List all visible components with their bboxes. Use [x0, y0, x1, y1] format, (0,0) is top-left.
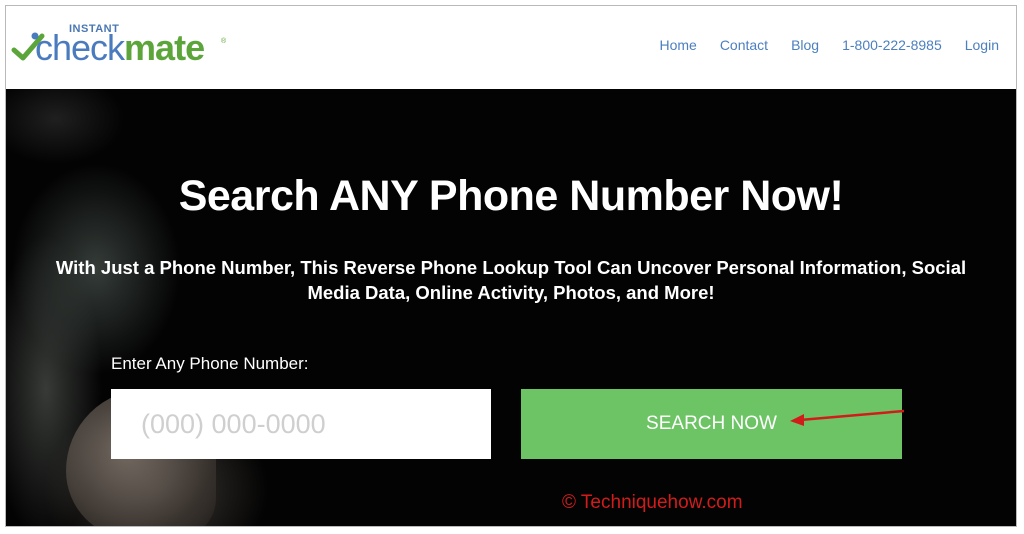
- red-arrow-annotation-icon: [790, 409, 905, 426]
- hero-title: Search ANY Phone Number Now!: [178, 172, 844, 220]
- watermark-text: © Techniquehow.com: [562, 492, 743, 513]
- hero-subtitle-line-1: With Just a Phone Number, This Reverse P…: [55, 257, 967, 278]
- nav-phone-link[interactable]: 1-800-222-8985: [842, 37, 942, 53]
- hero-section: Search ANY Phone Number Now! With Just a…: [6, 89, 1016, 526]
- instant-checkmate-logo[interactable]: INSTANT checkmate ®: [11, 20, 226, 68]
- hero-subtitle-line-2: Media Data, Online Activity, Photos, and…: [307, 282, 715, 303]
- site-header: INSTANT checkmate ® Home Contact Blog 1-…: [6, 6, 1016, 89]
- hero-subtitle: With Just a Phone Number, This Reverse P…: [6, 255, 1016, 305]
- phone-number-input[interactable]: [111, 389, 491, 459]
- registered-mark: ®: [221, 38, 227, 45]
- nav-blog-link[interactable]: Blog: [791, 37, 819, 53]
- nav-home-link[interactable]: Home: [659, 37, 696, 53]
- phone-input-label: Enter Any Phone Number:: [111, 354, 309, 373]
- nav-login-link[interactable]: Login: [965, 37, 999, 53]
- top-nav: Home Contact Blog 1-800-222-8985 Login: [636, 37, 999, 53]
- logo-wordmark: checkmate: [35, 27, 205, 68]
- logo-word-mate: mate: [124, 27, 205, 68]
- browser-frame: INSTANT checkmate ® Home Contact Blog 1-…: [5, 5, 1017, 527]
- nav-contact-link[interactable]: Contact: [720, 37, 768, 53]
- logo-word-check: check: [35, 27, 125, 68]
